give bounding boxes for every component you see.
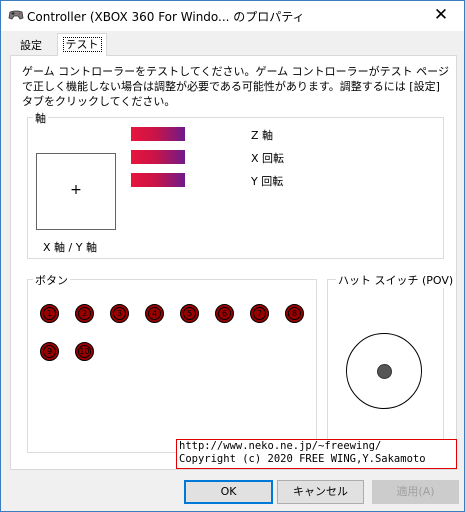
joystick-button-1: 1 xyxy=(40,304,59,323)
joystick-button-7: 7 xyxy=(250,304,269,323)
ok-button[interactable]: OK xyxy=(184,480,273,504)
x-rotation-label: X 回転 xyxy=(251,152,285,165)
crosshair-marker: + xyxy=(70,182,82,198)
joystick-button-8: 8 xyxy=(285,304,304,323)
instructions-text: ゲーム コントローラーをテストしてください。ゲーム コントローラーがテスト ペー… xyxy=(22,65,449,108)
joystick-button-10: 10 xyxy=(75,342,94,361)
joystick-button-4: 4 xyxy=(145,304,164,323)
window-title: Controller (XBOX 360 For Windo... のプロパティ xyxy=(27,10,305,24)
apply-button[interactable]: 適用(A) xyxy=(372,480,459,504)
z-axis-label: Z 軸 xyxy=(251,129,274,142)
tab-settings[interactable]: 設定 xyxy=(11,37,51,55)
tab-test[interactable]: テスト xyxy=(57,33,107,56)
x-rotation-bar xyxy=(131,150,185,164)
buttons-group-label: ボタン xyxy=(33,272,70,288)
joystick-button-6: 6 xyxy=(215,304,234,323)
y-rotation-bar xyxy=(131,173,185,187)
joystick-button-3: 3 xyxy=(110,304,129,323)
close-icon: ✕ xyxy=(433,5,449,25)
joystick-button-5: 5 xyxy=(180,304,199,323)
pov-center-dot xyxy=(377,364,392,379)
pov-group-label: ハット スイッチ (POV) xyxy=(336,272,456,288)
axes-group-label: 軸 xyxy=(33,110,48,126)
joystick-button-9: 9 xyxy=(40,342,59,361)
z-axis-bar xyxy=(131,127,185,141)
title-bar[interactable]: Controller (XBOX 360 For Windo... のプロパティ… xyxy=(1,1,464,31)
joystick-button-2: 2 xyxy=(75,304,94,323)
buttons-groupbox xyxy=(27,279,317,453)
xy-axis-label: X 軸 / Y 軸 xyxy=(43,241,97,254)
pov-indicator xyxy=(346,333,422,409)
credit-copyright: Copyright (c) 2020 FREE WING,Y.Sakamoto xyxy=(179,453,426,465)
game-controller-icon xyxy=(8,10,24,20)
cancel-button[interactable]: キャンセル xyxy=(277,480,364,504)
credit-url: http://www.neko.ne.jp/~freewing/ xyxy=(179,440,382,452)
xy-axis-display: + xyxy=(36,153,116,230)
tab-test-label: テスト xyxy=(62,37,102,52)
close-button[interactable]: ✕ xyxy=(418,1,464,31)
properties-dialog: Controller (XBOX 360 For Windo... のプロパティ… xyxy=(0,0,465,512)
credit-overlay: http://www.neko.ne.jp/~freewing/ Copyrig… xyxy=(176,439,457,469)
y-rotation-label: Y 回転 xyxy=(251,175,284,188)
